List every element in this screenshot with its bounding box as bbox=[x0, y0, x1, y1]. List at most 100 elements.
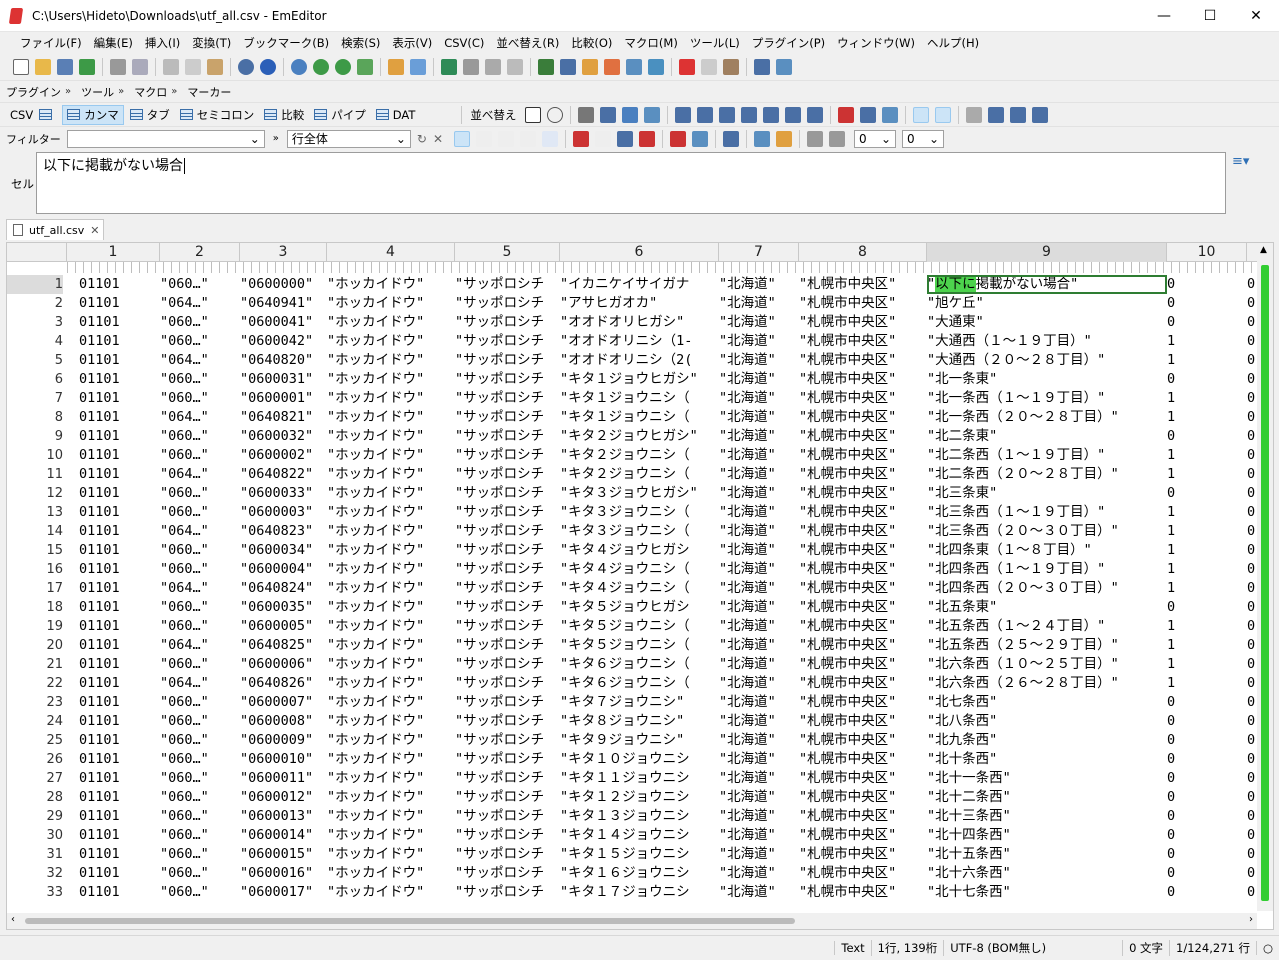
table-cell[interactable]: "北六条西（１０〜２５丁目）" bbox=[927, 655, 1167, 674]
row-number[interactable]: 7 bbox=[7, 389, 63, 408]
table-cell[interactable]: 0 bbox=[1247, 351, 1257, 370]
row-number[interactable]: 29 bbox=[7, 807, 63, 826]
table-cell[interactable]: "サッポロシチ bbox=[455, 617, 560, 636]
table-cell[interactable]: "サッポロシチ bbox=[455, 560, 560, 579]
table-cell[interactable]: "札幌市中央区" bbox=[799, 636, 927, 655]
table-cell[interactable]: "北十六条西" bbox=[927, 864, 1167, 883]
table-cell[interactable]: "札幌市中央区" bbox=[799, 522, 927, 541]
table-cell[interactable]: "札幌市中央区" bbox=[799, 408, 927, 427]
table-cell[interactable]: 01101 bbox=[79, 655, 160, 674]
table-cell[interactable]: 01101 bbox=[79, 826, 160, 845]
table-cell[interactable]: 01101 bbox=[79, 864, 160, 883]
table-cell[interactable]: "キタ１４ジョウニシ bbox=[560, 826, 719, 845]
table-cell[interactable]: "北海道" bbox=[719, 446, 799, 465]
line-numbers-icon[interactable] bbox=[913, 106, 930, 123]
table-cell[interactable]: 0 bbox=[1247, 313, 1257, 332]
table-cell[interactable]: "札幌市中央区" bbox=[799, 503, 927, 522]
column-header[interactable]: 10 bbox=[1167, 243, 1247, 262]
table-cell[interactable]: "0600005" bbox=[240, 617, 327, 636]
negative-icon[interactable] bbox=[617, 130, 634, 147]
table-cell[interactable]: "キタ１ジョウニシ（ bbox=[560, 389, 719, 408]
close-tab-icon[interactable]: ✕ bbox=[90, 224, 99, 237]
document-tab[interactable]: utf_all.csv ✕ bbox=[6, 219, 104, 240]
table-cell[interactable]: "キタ１７ジョウニシ bbox=[560, 883, 719, 902]
vertical-scrollbar[interactable]: ▲ bbox=[1257, 243, 1273, 911]
column-header[interactable]: 3 bbox=[240, 243, 327, 262]
filter-options-icon[interactable] bbox=[829, 130, 846, 147]
table-cell[interactable]: 0 bbox=[1167, 294, 1247, 313]
table-cell[interactable]: 0 bbox=[1167, 788, 1247, 807]
table-cell[interactable]: 0 bbox=[1247, 769, 1257, 788]
table-cell[interactable]: "北海道" bbox=[719, 427, 799, 446]
table-cell[interactable]: 0 bbox=[1247, 275, 1257, 294]
table-cell[interactable]: 0 bbox=[1247, 750, 1257, 769]
table-cell[interactable]: "060…" bbox=[160, 769, 240, 788]
table-cell[interactable]: 0 bbox=[1247, 560, 1257, 579]
table-cell[interactable]: 0 bbox=[1167, 484, 1247, 503]
table-cell[interactable]: 1 bbox=[1167, 522, 1247, 541]
table-cell[interactable]: "0600002" bbox=[240, 446, 327, 465]
csv-button[interactable]: CSV bbox=[6, 105, 60, 125]
sort-az-icon[interactable] bbox=[675, 106, 692, 123]
table-cell[interactable]: 01101 bbox=[79, 522, 160, 541]
csv-mode-icon[interactable] bbox=[441, 59, 457, 75]
table-cell[interactable]: "060…" bbox=[160, 313, 240, 332]
status-mode[interactable]: Text bbox=[834, 941, 870, 955]
table-cell[interactable]: "ホッカイドウ" bbox=[327, 408, 455, 427]
row-number[interactable]: 27 bbox=[7, 769, 63, 788]
number-combo-2[interactable]: 0 ⌄ bbox=[902, 129, 945, 148]
table-cell[interactable]: 0 bbox=[1247, 503, 1257, 522]
sort-length-icon[interactable] bbox=[763, 106, 780, 123]
window-icon[interactable] bbox=[485, 59, 501, 75]
table-cell[interactable]: "サッポロシチ bbox=[455, 275, 560, 294]
table-cell[interactable]: "0640821" bbox=[240, 408, 327, 427]
table-cell[interactable]: "ホッカイドウ" bbox=[327, 845, 455, 864]
list-icon[interactable] bbox=[648, 59, 664, 75]
escape-icon[interactable] bbox=[498, 130, 515, 147]
table-cell[interactable]: "札幌市中央区" bbox=[799, 484, 927, 503]
table-cell[interactable]: "札幌市中央区" bbox=[799, 313, 927, 332]
row-number[interactable]: 3 bbox=[7, 313, 63, 332]
filter-icon[interactable] bbox=[410, 59, 426, 75]
table-cell[interactable]: "サッポロシチ bbox=[455, 598, 560, 617]
table-cell[interactable]: "サッポロシチ bbox=[455, 332, 560, 351]
table-cell[interactable]: "ホッカイドウ" bbox=[327, 788, 455, 807]
table-cell[interactable]: "キタ４ジョウヒガシ bbox=[560, 541, 719, 560]
paste-icon[interactable] bbox=[207, 59, 223, 75]
table-cell[interactable]: 01101 bbox=[79, 693, 160, 712]
table-cell[interactable]: 0 bbox=[1167, 826, 1247, 845]
table-cell[interactable]: "064…" bbox=[160, 294, 240, 313]
tab-button[interactable]: タブ bbox=[126, 105, 174, 125]
table-cell[interactable]: "北三条西（１〜１９丁目）" bbox=[927, 503, 1167, 522]
fuzzy-icon[interactable] bbox=[542, 130, 559, 147]
configuration-icon[interactable] bbox=[538, 59, 554, 75]
table-cell[interactable]: 01101 bbox=[79, 560, 160, 579]
window2-icon[interactable] bbox=[507, 59, 523, 75]
table-cell[interactable]: 0 bbox=[1167, 693, 1247, 712]
table-cell[interactable]: "サッポロシチ bbox=[455, 769, 560, 788]
scope-combo[interactable]: 行全体 ⌄ bbox=[286, 129, 411, 148]
table-cell[interactable]: 0 bbox=[1167, 769, 1247, 788]
table-cell[interactable]: "北海道" bbox=[719, 883, 799, 902]
scroll-right-icon[interactable]: › bbox=[1249, 914, 1253, 925]
row-number[interactable]: 9 bbox=[7, 427, 63, 446]
status-encoding[interactable]: UTF-8 (BOM無し) bbox=[943, 940, 1052, 956]
table-cell[interactable]: "北四条西（１〜１９丁目）" bbox=[927, 560, 1167, 579]
table-cell[interactable]: 0 bbox=[1247, 883, 1257, 902]
table-cell[interactable]: "北十一条西" bbox=[927, 769, 1167, 788]
table-cell[interactable]: "北海道" bbox=[719, 484, 799, 503]
table-cell[interactable]: "北海道" bbox=[719, 579, 799, 598]
customize-icon[interactable] bbox=[604, 59, 620, 75]
row-header-corner[interactable] bbox=[7, 243, 67, 262]
table-cell[interactable]: 01101 bbox=[79, 845, 160, 864]
table-cell[interactable]: "サッポロシチ bbox=[455, 636, 560, 655]
table-cell[interactable]: 0 bbox=[1247, 408, 1257, 427]
row-number[interactable]: 30 bbox=[7, 826, 63, 845]
table-cell[interactable]: "札幌市中央区" bbox=[799, 427, 927, 446]
close-button[interactable]: ✕ bbox=[1233, 0, 1279, 32]
move-icon[interactable] bbox=[988, 106, 1005, 123]
table-cell[interactable]: 0 bbox=[1247, 484, 1257, 503]
markers-toolbar-label[interactable]: マーカー bbox=[187, 84, 231, 100]
table-cell[interactable]: "サッポロシチ bbox=[455, 788, 560, 807]
table-cell[interactable]: "064…" bbox=[160, 636, 240, 655]
